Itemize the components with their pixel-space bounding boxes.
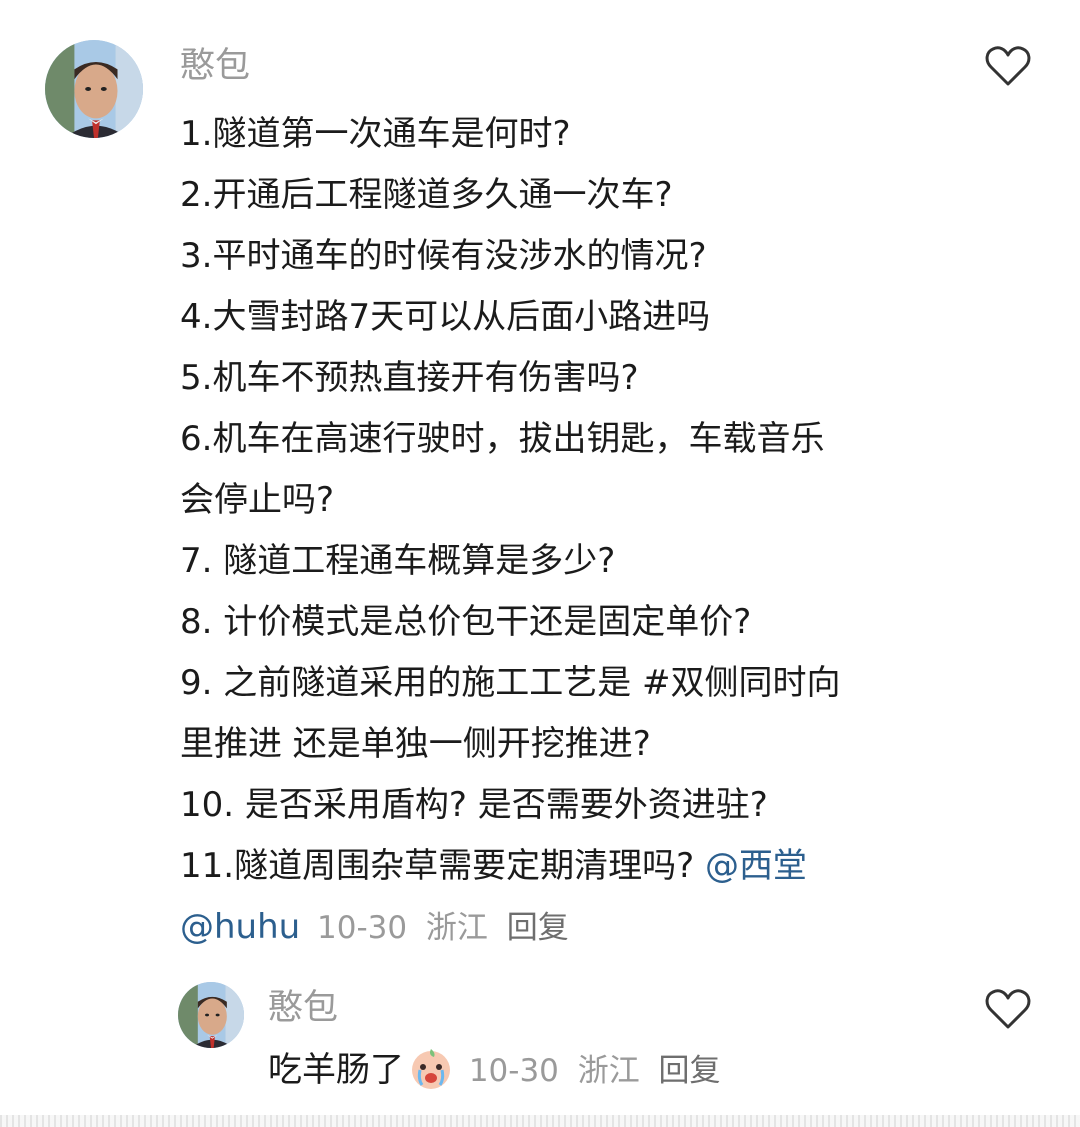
comment-line: 10. 是否采用盾构? 是否需要外资进驻? <box>180 785 768 825</box>
comment-location: 浙江 <box>425 910 488 946</box>
comment-line: 2.开通后工程隧道多久通一次车? <box>180 175 673 215</box>
comment-date: 10-30 <box>468 1053 559 1089</box>
like-heart-icon[interactable] <box>985 987 1031 1031</box>
comment-line: 里推进 还是单独一侧开挖推进? <box>180 724 651 764</box>
comment-location: 浙江 <box>577 1053 640 1089</box>
comment-line: 5.机车不预热直接开有伤害吗? <box>180 358 639 398</box>
comment-line: 9. 之前隧道采用的施工工艺是 #双侧同时向 <box>180 663 841 703</box>
comment-text: 吃羊肠了 <box>268 1050 404 1090</box>
comment-line: 会停止吗? <box>180 480 335 520</box>
username[interactable]: 憨包 <box>180 44 250 88</box>
comment-line: 1.隧道第一次通车是何时? <box>180 114 571 154</box>
like-heart-icon[interactable] <box>985 44 1031 88</box>
comment-line: 4.大雪封路7天可以从后面小路进吗 <box>180 297 711 337</box>
avatar[interactable] <box>178 982 244 1048</box>
mention-link[interactable]: @西堂 <box>705 846 807 886</box>
comment-body: 吃羊肠了 10-30 浙江 回复 <box>268 1040 721 1102</box>
comment-line: 7. 隧道工程通车概算是多少? <box>180 541 616 581</box>
reply-button[interactable]: 回复 <box>659 1053 721 1089</box>
username[interactable]: 憨包 <box>268 986 338 1030</box>
avatar-image <box>45 40 143 138</box>
avatar-image <box>178 982 244 1048</box>
comment-line: 8. 计价模式是总价包干还是固定单价? <box>180 602 752 642</box>
watermark-strip <box>0 1115 1080 1127</box>
crying-face-emoji <box>408 1045 454 1091</box>
avatar[interactable] <box>45 40 143 138</box>
reply-button[interactable]: 回复 <box>507 910 569 946</box>
comment-date: 10-30 <box>317 910 408 946</box>
comment-line: 6.机车在高速行驶时，拔出钥匙，车载音乐 <box>180 419 825 459</box>
comment-text: 11.隧道周围杂草需要定期清理吗? <box>180 846 705 886</box>
comment-line-last: 11.隧道周围杂草需要定期清理吗? @西堂 <box>180 836 960 897</box>
mention-link[interactable]: @huhu <box>180 907 300 947</box>
comment-meta-row: @huhu 10-30 浙江 回复 <box>180 897 960 959</box>
comment-body: 1.隧道第一次通车是何时? 2.开通后工程隧道多久通一次车? 3.平时通车的时候… <box>180 104 960 959</box>
comment-line: 3.平时通车的时候有没涉水的情况? <box>180 236 707 276</box>
